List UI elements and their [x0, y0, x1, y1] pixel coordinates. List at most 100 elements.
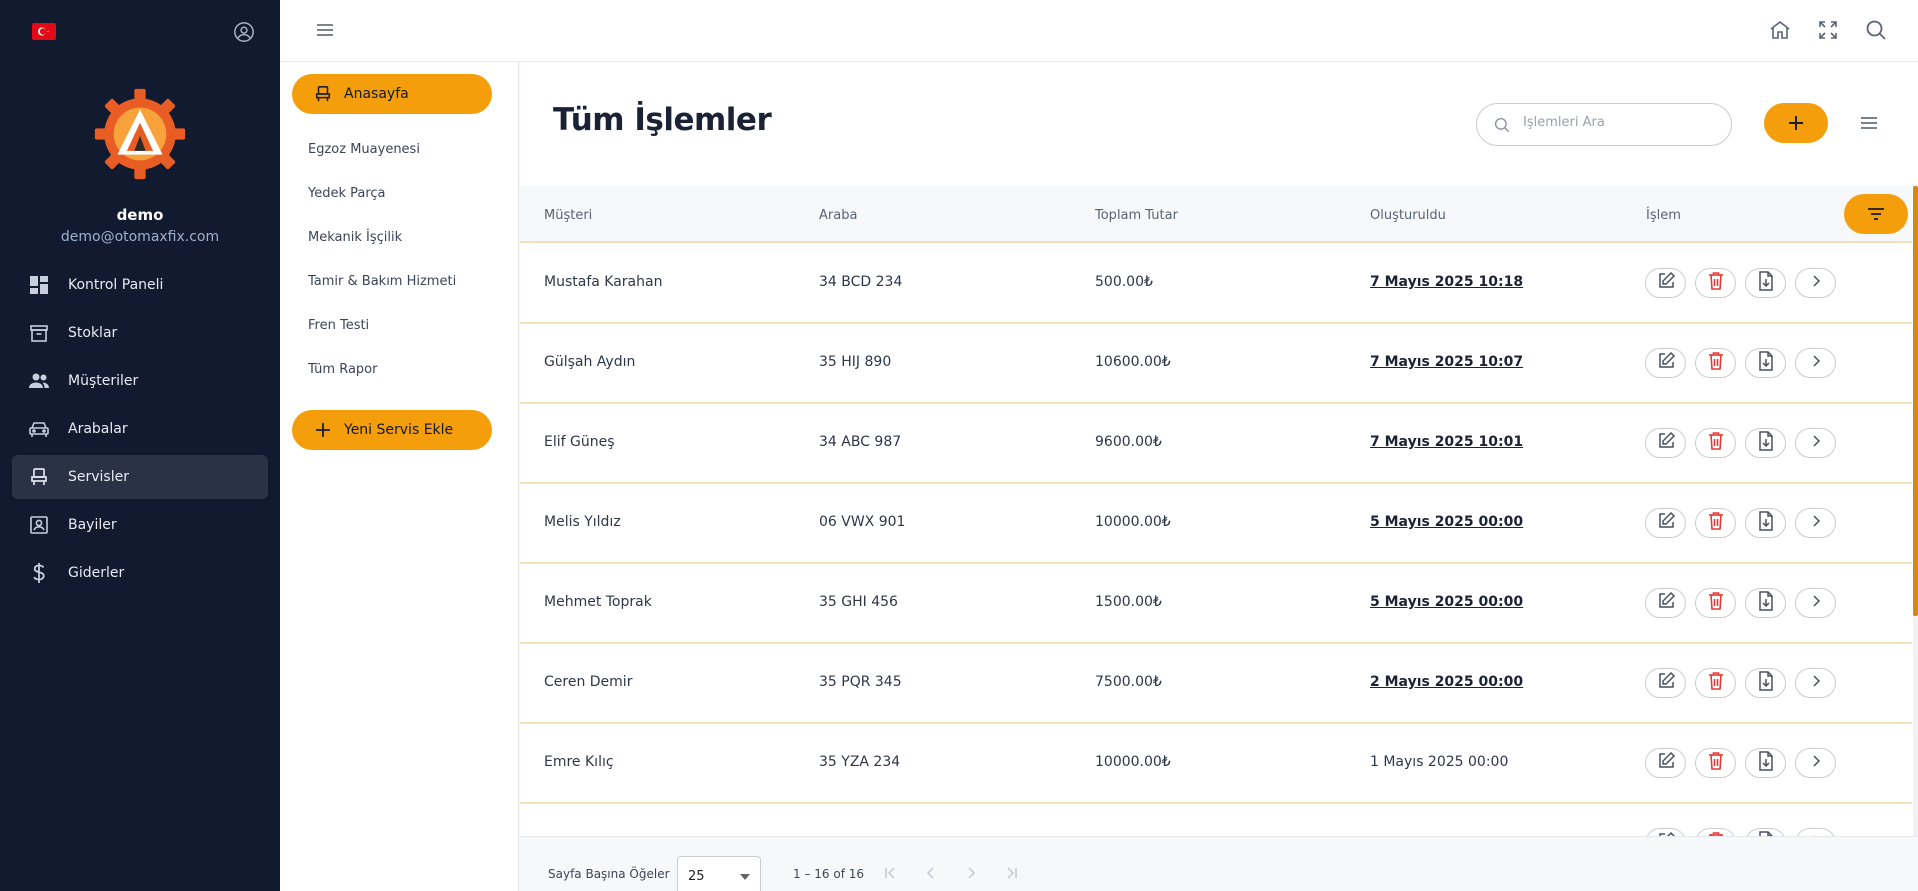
edit-icon: [1656, 671, 1676, 695]
table-row[interactable]: Melis Yıldız 06 VWX 901 10000.00₺ 5 Mayıs 2…: [520, 484, 1912, 564]
anasayfa-button[interactable]: Anasayfa: [292, 74, 492, 114]
first-page-icon[interactable]: [882, 864, 900, 882]
delete-button[interactable]: [1695, 428, 1736, 458]
filter-button[interactable]: [1844, 194, 1908, 234]
details-button[interactable]: [1795, 428, 1836, 458]
download-button[interactable]: [1745, 508, 1786, 538]
delete-button[interactable]: [1695, 748, 1736, 778]
subnav-item-mekanik-iscilik[interactable]: Mekanik İşçilik: [308, 230, 402, 245]
edit-button[interactable]: [1645, 428, 1686, 458]
new-service-button[interactable]: Yeni Servis Ekle: [292, 410, 492, 450]
subnav-item-tamir-bakim[interactable]: Tamir & Bakım Hizmeti: [308, 274, 456, 289]
home-icon[interactable]: [1768, 18, 1792, 42]
sidebar-item-servisler[interactable]: Servisler: [12, 455, 268, 499]
subnav-item-tum-rapor[interactable]: Tüm Rapor: [308, 362, 377, 377]
chevron-right-icon: [1808, 273, 1824, 293]
search-icon[interactable]: [1864, 18, 1888, 42]
delete-button[interactable]: [1695, 348, 1736, 378]
edit-icon: [1656, 591, 1676, 615]
next-page-icon[interactable]: [962, 864, 980, 882]
download-button[interactable]: [1745, 828, 1786, 836]
edit-button[interactable]: [1645, 828, 1686, 836]
table-row[interactable]: Mustafa Karahan 34 BCD 234 500.00₺ 7 Mayıs …: [520, 244, 1912, 324]
table-row[interactable]: Gülşah Aydın 35 HIJ 890 10600.00₺ 7 Mayıs 2…: [520, 324, 1912, 404]
user-name: demo: [116, 206, 164, 224]
delete-button[interactable]: [1695, 268, 1736, 298]
table-row[interactable]: Emre Kılıç 35 YZA 234 10000.00₺ 1 Mayıs 202…: [520, 724, 1912, 804]
cell-car: 06 VWX 901: [819, 514, 906, 530]
list-menu-icon[interactable]: [1858, 112, 1880, 134]
main-sidebar: demo demo@otomaxfix.com Kontrol Paneli S…: [0, 0, 280, 891]
delete-button[interactable]: [1695, 828, 1736, 836]
column-header-musteri[interactable]: Müşteri: [544, 208, 592, 223]
trash-icon: [1707, 751, 1725, 775]
details-button[interactable]: [1795, 668, 1836, 698]
table-row[interactable]: Ceren Demir 35 PQR 345 7500.00₺ 2 Mayıs 202…: [520, 644, 1912, 724]
search-input[interactable]: [1523, 115, 1713, 130]
last-page-icon[interactable]: [1002, 864, 1020, 882]
cell-created-date[interactable]: 7 Mayıs 2025 10:18: [1370, 274, 1523, 290]
delete-button[interactable]: [1695, 668, 1736, 698]
download-button[interactable]: [1745, 748, 1786, 778]
cell-created-date[interactable]: 7 Mayıs 2025 10:07: [1370, 354, 1523, 370]
search-box[interactable]: [1476, 103, 1732, 146]
subnav-item-egzoz-muayenesi[interactable]: Egzoz Muayenesi: [308, 142, 420, 157]
table-row[interactable]: Elif Güneş 34 ABC 987 9600.00₺ 7 Mayıs 2025…: [520, 404, 1912, 484]
download-button[interactable]: [1745, 268, 1786, 298]
trash-icon: [1707, 511, 1725, 535]
scrollbar-thumb[interactable]: [1913, 186, 1918, 616]
cell-car: 35 GHI 456: [819, 594, 898, 610]
sidebar-item-arabalar[interactable]: Arabalar: [12, 407, 268, 451]
details-button[interactable]: [1795, 588, 1836, 618]
download-button[interactable]: [1745, 348, 1786, 378]
hamburger-menu-icon[interactable]: [314, 19, 336, 41]
cell-created-date[interactable]: 2 Mayıs 2025 00:00: [1370, 674, 1523, 690]
fullscreen-icon[interactable]: [1816, 18, 1840, 42]
sidebar-item-giderler[interactable]: Giderler: [12, 551, 268, 595]
delete-button[interactable]: [1695, 588, 1736, 618]
details-button[interactable]: [1795, 348, 1836, 378]
details-button[interactable]: [1795, 508, 1836, 538]
account-circle-icon[interactable]: [233, 21, 255, 43]
details-button[interactable]: [1795, 748, 1836, 778]
download-button[interactable]: [1745, 588, 1786, 618]
edit-button[interactable]: [1645, 348, 1686, 378]
column-header-toplam-tutar[interactable]: Toplam Tutar: [1095, 208, 1178, 223]
sidebar-item-label: Bayiler: [68, 517, 117, 533]
archive-icon: [28, 322, 50, 344]
edit-button[interactable]: [1645, 668, 1686, 698]
subnav-item-yedek-parca[interactable]: Yedek Parça: [308, 186, 386, 201]
per-page-select[interactable]: 25: [677, 856, 761, 891]
table-scrollbar[interactable]: [1913, 186, 1918, 836]
sidebar-item-musteriler[interactable]: Müşteriler: [12, 359, 268, 403]
turkey-flag-icon[interactable]: [32, 23, 56, 40]
previous-page-icon[interactable]: [922, 864, 940, 882]
delete-button[interactable]: [1695, 508, 1736, 538]
column-header-araba[interactable]: Araba: [819, 208, 857, 223]
edit-button[interactable]: [1645, 268, 1686, 298]
details-button[interactable]: [1795, 828, 1836, 836]
add-button[interactable]: [1764, 103, 1828, 143]
cell-created-date[interactable]: 5 Mayıs 2025 00:00: [1370, 594, 1523, 610]
sidebar-item-kontrol-paneli[interactable]: Kontrol Paneli: [12, 263, 268, 307]
sidebar-item-stoklar[interactable]: Stoklar: [12, 311, 268, 355]
edit-button[interactable]: [1645, 508, 1686, 538]
trash-icon: [1707, 591, 1725, 615]
contact-card-icon: [28, 514, 50, 536]
column-header-islem: İşlem: [1646, 208, 1681, 223]
table-row[interactable]: [520, 804, 1912, 836]
cell-created-date[interactable]: 5 Mayıs 2025 00:00: [1370, 514, 1523, 530]
subnav-item-fren-testi[interactable]: Fren Testi: [308, 318, 369, 333]
edit-button[interactable]: [1645, 748, 1686, 778]
download-button[interactable]: [1745, 428, 1786, 458]
edit-icon: [1656, 351, 1676, 375]
details-button[interactable]: [1795, 268, 1836, 298]
download-button[interactable]: [1745, 668, 1786, 698]
edit-button[interactable]: [1645, 588, 1686, 618]
sidebar-item-bayiler[interactable]: Bayiler: [12, 503, 268, 547]
table-row[interactable]: Mehmet Toprak 35 GHI 456 1500.00₺ 5 Mayıs 2…: [520, 564, 1912, 644]
column-header-olusturuldu[interactable]: Oluşturuldu: [1370, 208, 1446, 223]
anasayfa-label: Anasayfa: [344, 86, 409, 102]
cell-created-date[interactable]: 7 Mayıs 2025 10:01: [1370, 434, 1523, 450]
top-bar: [280, 0, 1918, 62]
